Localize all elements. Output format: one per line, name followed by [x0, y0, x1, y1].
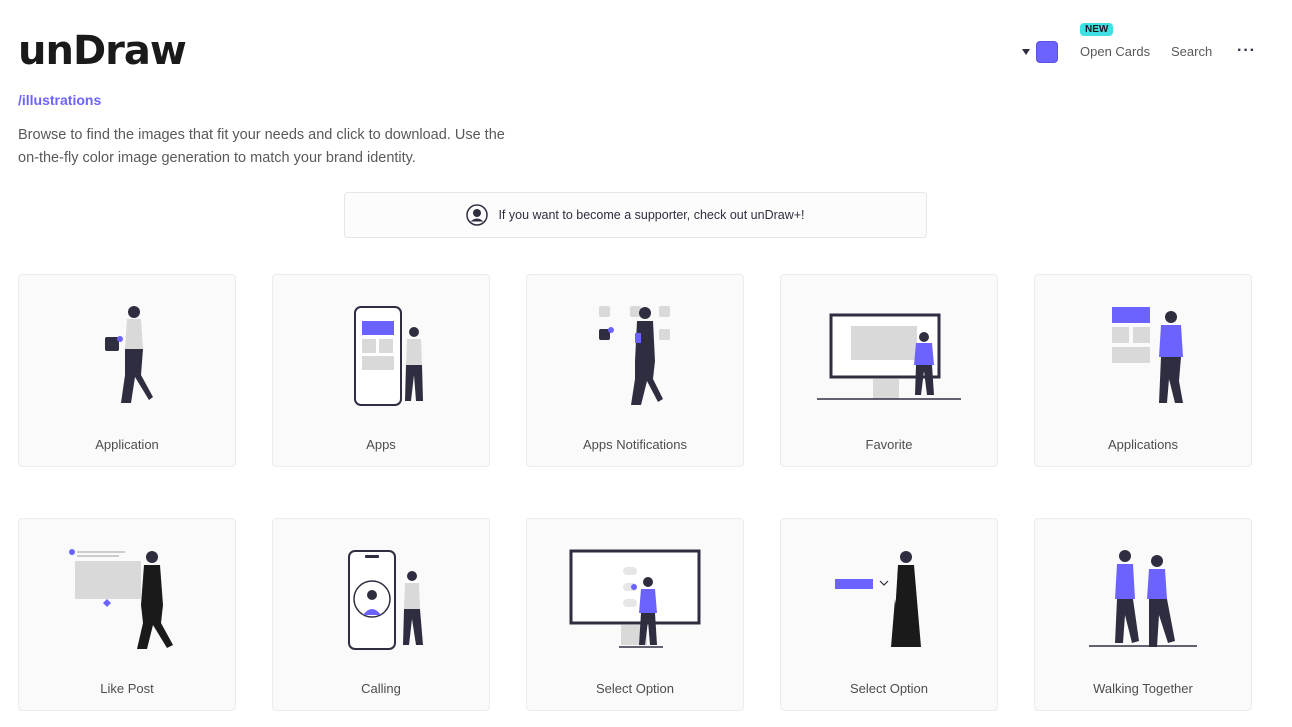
page-subtitle: /illustrations	[18, 92, 102, 108]
illustration-card[interactable]: Walking Together	[1034, 518, 1252, 711]
illustration-title: Walking Together	[1093, 681, 1193, 696]
open-cards-link[interactable]: Open Cards	[1080, 44, 1150, 59]
supporter-banner[interactable]: If you want to become a supporter, check…	[344, 192, 927, 238]
illustration-title: Select Option	[595, 681, 675, 696]
illustration-art	[354, 306, 423, 406]
illustration-card[interactable]: Select Option	[780, 518, 998, 711]
illustration-art	[69, 549, 173, 649]
illustration-card[interactable]: Apps Notifications	[526, 274, 744, 467]
illustration-art	[835, 551, 921, 647]
intro-text: Browse to find the images that fit your …	[18, 127, 505, 166]
illustration-card[interactable]: Favorite	[780, 274, 998, 467]
illustration-art	[599, 306, 670, 405]
site-logo[interactable]: unDraw	[18, 28, 187, 74]
illustration-title: Select Option	[849, 681, 929, 696]
illustration-title: Calling	[361, 681, 401, 696]
illustration-card[interactable]: Application	[18, 274, 236, 467]
illustration-card[interactable]: Applications	[1034, 274, 1252, 467]
illustration-card[interactable]: Like Post	[18, 518, 236, 711]
supporter-text: If you want to become a supporter, check…	[498, 208, 805, 222]
search-link[interactable]: Search	[1171, 44, 1212, 59]
illustration-title: Applications	[1107, 437, 1179, 452]
supporter-avatar-icon	[466, 204, 489, 226]
illustration-art	[1089, 550, 1197, 647]
accent-color-swatch[interactable]	[1036, 41, 1058, 63]
new-badge: NEW	[1080, 23, 1114, 36]
illustration-art	[348, 550, 423, 650]
illustration-card[interactable]: Select Option	[526, 518, 744, 711]
illustration-title: Like Post	[100, 681, 154, 696]
illustration-title: Apps	[366, 437, 396, 452]
illustration-title: Favorite	[865, 437, 913, 452]
illustration-title: Apps Notifications	[582, 437, 688, 452]
illustration-title: Application	[95, 437, 159, 452]
top-navigation: NEW Open Cards Search ···	[1020, 22, 1280, 82]
illustration-card[interactable]: Apps	[272, 274, 490, 467]
illustration-card[interactable]: Calling	[272, 518, 490, 711]
color-dropdown-caret-icon[interactable]	[1022, 49, 1030, 55]
illustration-art	[105, 306, 153, 403]
more-menu-icon[interactable]: ···	[1237, 42, 1256, 60]
illustration-art	[1112, 307, 1183, 403]
illustration-art	[569, 549, 701, 648]
illustration-art	[817, 313, 961, 400]
